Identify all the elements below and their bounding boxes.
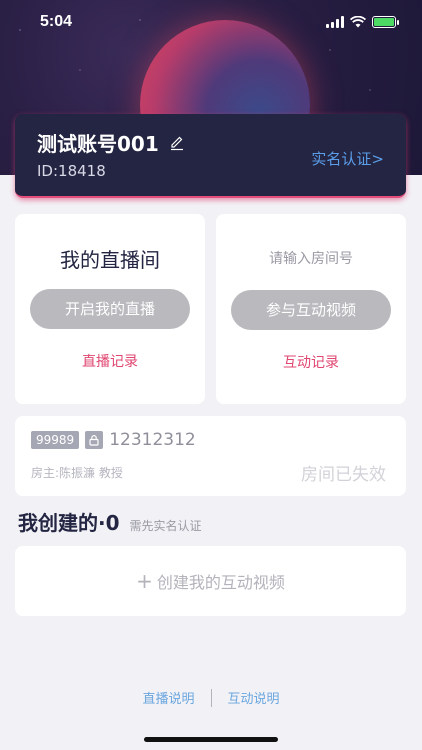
verify-link[interactable]: 实名认证> <box>311 148 384 169</box>
start-live-button[interactable]: 开启我的直播 <box>30 289 190 329</box>
status-time: 5:04 <box>40 13 73 30</box>
interactive-record-link[interactable]: 互动记录 <box>216 352 406 372</box>
room-status: 房间已失效 <box>301 465 386 485</box>
footer-divider <box>210 688 212 707</box>
room-tag: 99989 <box>31 431 80 449</box>
account-card: 测试账号001 ID:18418 实名认证> <box>15 114 406 198</box>
signal-icon <box>326 16 344 28</box>
edit-icon[interactable] <box>169 135 185 151</box>
join-interactive-button[interactable]: 参与互动视频 <box>231 290 391 330</box>
wifi-icon <box>350 16 366 28</box>
live-heading: 我的直播间 <box>60 248 160 272</box>
status-bar: 5:04 <box>0 0 422 44</box>
room-number-input[interactable]: 请输入房间号 <box>216 248 406 268</box>
interactive-help-link[interactable]: 互动说明 <box>228 688 280 707</box>
battery-icon <box>372 16 399 28</box>
create-interactive-label: 创建我的互动视频 <box>156 573 285 592</box>
account-id: ID:18418 <box>37 162 106 180</box>
created-section-title: 我创建的·0 <box>18 511 120 535</box>
home-indicator <box>144 737 278 742</box>
room-number: 12312312 <box>109 430 196 450</box>
interactive-panel: 请输入房间号 参与互动视频 互动记录 <box>216 214 406 404</box>
room-card[interactable]: 99989 12312312 房主:陈振濂 教授 房间已失效 <box>15 416 406 496</box>
plus-icon: + <box>136 569 153 593</box>
status-icons <box>326 16 399 28</box>
created-section-note: 需先实名认证 <box>129 519 202 533</box>
account-name: 测试账号001 <box>37 132 159 156</box>
room-owner: 房主:陈振濂 教授 <box>31 466 123 480</box>
created-section-header: 我创建的·0 需先实名认证 <box>18 507 202 536</box>
account-name-row: 测试账号001 <box>37 128 185 157</box>
live-record-link[interactable]: 直播记录 <box>15 351 205 371</box>
lock-icon <box>85 431 104 449</box>
live-panel: 我的直播间 开启我的直播 直播记录 <box>15 214 205 404</box>
room-row: 99989 12312312 <box>31 430 196 450</box>
footer-links: 直播说明 互动说明 <box>0 688 422 707</box>
create-interactive-button[interactable]: + 创建我的互动视频 <box>15 546 406 616</box>
live-help-link[interactable]: 直播说明 <box>142 688 194 707</box>
